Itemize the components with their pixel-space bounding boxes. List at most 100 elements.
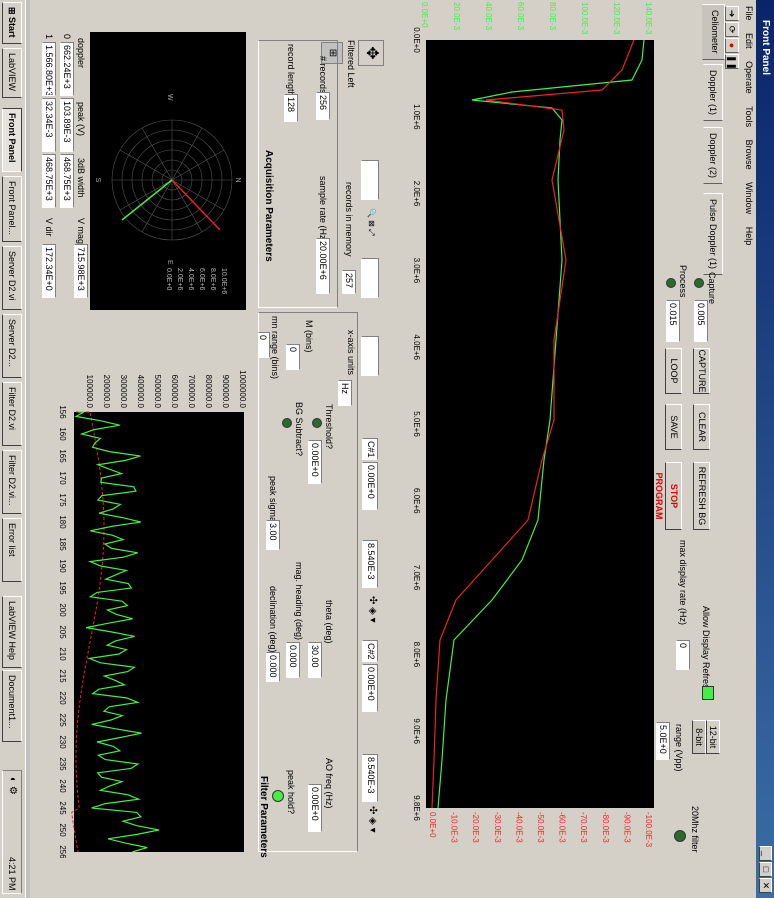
right-tick-label: -90.0E-3 — [622, 812, 631, 843]
maximize-button[interactable]: □ — [759, 862, 772, 877]
menu-window[interactable]: Window — [744, 182, 754, 214]
menu-file[interactable]: File — [744, 6, 754, 21]
taskbar-item[interactable]: Server D2.vi — [2, 246, 22, 310]
table-row-index: 1 — [44, 34, 54, 40]
m-bins-input[interactable]: 0 — [286, 344, 300, 370]
table-row-index: 0 — [62, 34, 72, 40]
clear-button[interactable]: CLEAR — [693, 404, 710, 450]
minimize-button[interactable]: _ — [759, 846, 772, 861]
right-tick-label: -10.0E-3 — [450, 812, 459, 843]
bg-subtract-label: BG Subtract? — [294, 402, 304, 457]
stop-program-button[interactable]: STOP PROGRAM — [654, 462, 682, 530]
left-tick-label: 120.0E-3 — [612, 2, 621, 35]
compass-e: E — [166, 260, 173, 265]
allow-refresh-toggle[interactable] — [702, 686, 714, 700]
table-header-doppler: doppler — [76, 38, 86, 69]
right-tick-label: 0.0E+0 — [428, 812, 437, 838]
loop-button[interactable]: LOOP — [665, 348, 682, 394]
cursor-2-x: 0.00E+0 — [362, 664, 378, 712]
taskbar-item[interactable]: Server D2... — [2, 314, 22, 378]
taskbar-item-active[interactable]: Front Panel — [2, 108, 22, 172]
run-continuously-icon[interactable]: ⟳ — [725, 22, 739, 37]
compass-s: S — [94, 178, 101, 183]
declination-label: declination (deg) — [268, 586, 278, 653]
mn-range-input[interactable]: 0 — [258, 332, 270, 358]
spectrum-x-tick: 160 — [58, 427, 67, 441]
sample-rate-input[interactable]: 20.00E+6 — [316, 238, 330, 294]
spectrum-x-tick: 256 — [58, 845, 67, 858]
taskbar-item[interactable]: Filter D2.vi... — [2, 450, 22, 514]
spectrum-y-tick: 400000.0 — [136, 375, 145, 409]
taskbar-item[interactable]: Document1... — [2, 670, 22, 742]
peak-hold-led[interactable] — [272, 790, 284, 802]
refresh-bg-button[interactable]: REFRESH BG — [693, 462, 710, 530]
taskbar-item[interactable]: Front Panel... — [2, 176, 22, 242]
spectrum-y-tick: 700000.0 — [187, 375, 196, 409]
capture-led — [694, 278, 704, 288]
zoom-tools-icon[interactable]: 🔍 ⊠ ⤢ — [364, 208, 376, 246]
table-cell: 103.89E-3 — [60, 98, 74, 152]
taskbar-item[interactable]: Filter D2.vi — [2, 382, 22, 446]
x-tick-label: 4.0E+6 — [412, 334, 421, 360]
menu-operate[interactable]: Operate — [744, 61, 754, 94]
cursor-2-nav-icon[interactable]: ✣ ◈ ▾ — [362, 806, 378, 846]
right-tick-label: -50.0E-3 — [536, 812, 545, 843]
mag-heading-input[interactable]: 0.000 — [286, 642, 300, 678]
cursor-1-nav-icon[interactable]: ✣ ◈ ▾ — [362, 596, 378, 636]
menu-help[interactable]: Help — [744, 227, 754, 246]
left-tick-label: 40.0E-3 — [484, 2, 493, 31]
x-tick-label: 7.0E+6 — [412, 565, 421, 591]
cursor-1-x: 0.00E+0 — [362, 462, 378, 510]
x-axis-units-input[interactable]: Hz — [338, 380, 352, 406]
theta-input[interactable]: 30.00 — [308, 642, 322, 678]
max-display-rate-input[interactable]: 0 — [676, 640, 690, 670]
polar-velocity-chart: N E S W 10.0E+6 8.0E+6 6.0E+6 4.0E+6 2.0E+6 0… — [90, 32, 246, 310]
tab-celiometer[interactable]: Celiometer — [702, 4, 725, 60]
record-length-input[interactable]: 128 — [284, 94, 298, 122]
bg-subtract-led[interactable] — [282, 418, 292, 428]
tab-doppler-2[interactable]: Doppler (2) — [703, 127, 723, 185]
right-tick-label: -100.0E-3 — [644, 812, 653, 848]
mn-range-label: mn range (bins) — [270, 316, 280, 380]
tab-8-bit[interactable]: 8-bit — [692, 720, 706, 754]
records-in-memory-value: 257 — [342, 270, 356, 294]
move-cursor-icon[interactable]: ✥ — [358, 40, 384, 66]
peak-sigma-input[interactable]: 3.00 — [266, 520, 280, 550]
taskbar-item[interactable]: LabVIEW Help — [2, 596, 22, 668]
process-time-value: 0.015 — [666, 300, 680, 342]
save-button[interactable]: SAVE — [665, 404, 682, 450]
capture-button[interactable]: CAPTURE — [693, 348, 710, 394]
threshold-led[interactable] — [312, 418, 322, 428]
capture-time-value: 0.005 — [694, 300, 708, 342]
pause-icon[interactable]: ❚❚ — [725, 54, 739, 70]
tray-icons[interactable]: ◐ ⚙ — [7, 777, 18, 795]
cursor-1-label: C#1 — [362, 438, 378, 460]
spectrum-x-tick: 180 — [58, 515, 67, 529]
vmag-label: V mag — [76, 218, 86, 245]
close-button[interactable]: ✕ — [759, 878, 772, 893]
menu-edit[interactable]: Edit — [744, 33, 754, 49]
taskbar-item[interactable]: Error list — [2, 518, 22, 582]
filter-params-title: Filter Parameters — [258, 776, 269, 858]
tab-doppler-1[interactable]: Doppler (1) — [703, 64, 723, 122]
filter-20mhz-label: 20Mhz filter — [690, 806, 700, 853]
tab-12-bit[interactable]: 12-bit — [706, 720, 720, 754]
start-button[interactable]: ⊞ Start — [2, 2, 22, 44]
menu-browse[interactable]: Browse — [744, 140, 754, 170]
threshold-value[interactable]: 0.00E+0 — [308, 440, 322, 484]
cursor-blank-2 — [361, 258, 379, 298]
abort-icon[interactable]: ● — [725, 38, 739, 53]
filter-20mhz-led[interactable] — [674, 830, 686, 842]
taskbar-item[interactable]: LabVIEW — [2, 48, 22, 98]
tab-pulse-doppler-1[interactable]: Pulse Doppler (1) — [703, 193, 723, 276]
run-arrow-icon[interactable]: ➜ — [725, 6, 739, 21]
declination-input[interactable]: 0.000 — [266, 652, 280, 682]
peak-hold-label: peak hold? — [286, 770, 296, 815]
sample-rate-label: sample rate (Hz) — [318, 176, 328, 243]
records-input[interactable]: 256 — [316, 92, 330, 120]
menu-tools[interactable]: Tools — [744, 106, 754, 127]
horizontal-scrollbar[interactable] — [26, 0, 30, 898]
ao-freq-input[interactable]: 0.00E+0 — [308, 784, 322, 832]
x-tick-label: 1.0E+6 — [412, 104, 421, 130]
spectrum-y-tick: 1000000.0 — [238, 370, 247, 408]
